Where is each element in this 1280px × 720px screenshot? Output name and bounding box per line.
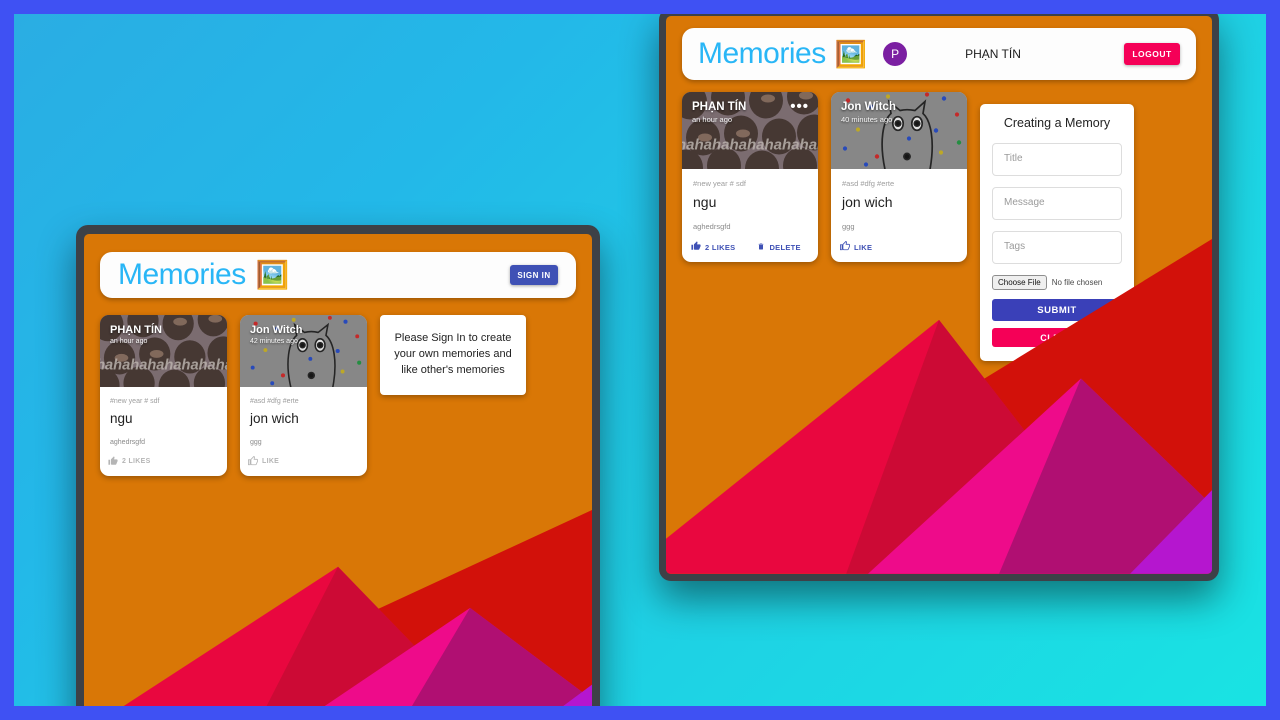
memory-tags: #asd #dfg #erte xyxy=(842,179,895,188)
memory-message: ggg xyxy=(250,439,262,446)
sign-in-button[interactable]: SIGN IN xyxy=(510,265,558,285)
thumbs-up-icon xyxy=(248,455,258,467)
memory-image-hahaha-meme: hahahahahahahahah PHẠN TÍN an hour ago •… xyxy=(682,92,818,169)
mountains-decoration-left xyxy=(84,509,592,706)
memory-message: ggg xyxy=(842,222,855,231)
memory-message: aghedrsgfd xyxy=(110,439,146,446)
memory-message: aghedrsgfd xyxy=(693,222,731,231)
memory-tags: #asd #dfg #erte xyxy=(250,398,299,405)
memory-card-header: Jon Witch 42 minutes ago xyxy=(240,315,367,354)
title-input[interactable]: Title xyxy=(992,143,1122,176)
sign-in-notice: Please Sign In to create your own memori… xyxy=(380,315,526,395)
memory-image-hahaha-meme: hahahahahahahahah PHẠN TÍN an hour ago xyxy=(100,315,227,387)
browser-window-signed-in: Memories 🖼️ P PHẠN TÍN LOGOUT hahahahaha… xyxy=(659,14,1219,581)
memory-tags: #new year # sdf xyxy=(110,398,160,405)
logout-button[interactable]: LOGOUT xyxy=(1124,43,1180,65)
memory-card[interactable]: Jon Witch 42 minutes ago #asd #dfg #erte… xyxy=(240,315,367,476)
like-button[interactable]: 2 LIKES xyxy=(108,456,151,467)
memory-title: ngu xyxy=(693,194,717,210)
memory-card-actions: LIKE xyxy=(240,446,367,476)
memory-timestamp: an hour ago xyxy=(110,338,148,345)
app-bar-right: Memories 🖼️ P PHẠN TÍN LOGOUT xyxy=(682,28,1196,80)
form-heading: Creating a Memory xyxy=(1003,116,1111,130)
memory-timestamp: an hour ago xyxy=(692,115,733,124)
avatar[interactable]: P xyxy=(883,42,908,66)
photo-icon: 🖼️ xyxy=(834,39,868,69)
memory-title: ngu xyxy=(110,411,133,426)
memory-list-left: hahahahahahahahah PHẠN TÍN an hour ago #… xyxy=(100,315,576,476)
like-label: 2 LIKES xyxy=(122,458,151,465)
memory-tags: #new year # sdf xyxy=(693,179,746,188)
memory-card[interactable]: hahahahahahahahah PHẠN TÍN an hour ago #… xyxy=(100,315,227,476)
memory-creator: PHẠN TÍN xyxy=(110,324,162,336)
more-options-button[interactable]: ••• xyxy=(790,99,809,114)
memory-card-header: PHẠN TÍN an hour ago xyxy=(100,315,227,354)
message-input[interactable]: Message xyxy=(992,187,1122,220)
mountains-decoration-right xyxy=(666,239,1212,574)
memory-image-cat-doodle: Jon Witch 40 minutes ago xyxy=(831,92,967,169)
user-name-label: PHẠN TÍN xyxy=(965,47,1021,61)
app-viewport-right: Memories 🖼️ P PHẠN TÍN LOGOUT hahahahaha… xyxy=(666,16,1212,574)
brand-title-right: Memories xyxy=(698,37,826,70)
memory-title: jon wich xyxy=(250,411,299,426)
memory-timestamp: 40 minutes ago xyxy=(841,115,893,124)
memory-card[interactable]: hahahahahahahahah PHẠN TÍN an hour ago •… xyxy=(682,92,818,262)
memory-card-header: Jon Witch 40 minutes ago xyxy=(831,92,967,133)
like-button[interactable]: LIKE xyxy=(248,455,280,467)
thumbs-up-icon xyxy=(108,456,118,467)
memory-creator: Jon Witch xyxy=(250,324,303,336)
memory-image-cat-doodle: Jon Witch 42 minutes ago xyxy=(240,315,367,387)
memory-title: jon wich xyxy=(842,194,893,210)
memory-creator: Jon Witch xyxy=(841,101,896,113)
like-label: LIKE xyxy=(262,458,280,465)
app-bar-left: Memories 🖼️ SIGN IN xyxy=(100,252,576,298)
memory-timestamp: 42 minutes ago xyxy=(250,338,298,345)
memory-card-actions: 2 LIKES xyxy=(100,446,227,476)
photo-icon: 🖼️ xyxy=(255,259,290,290)
desktop-stage: Memories 🖼️ SIGN IN hahahahahahahah PHẠN… xyxy=(14,14,1266,706)
memory-card[interactable]: Jon Witch 40 minutes ago #asd #dfg #erte… xyxy=(831,92,967,262)
browser-window-signed-out: Memories 🖼️ SIGN IN hahahahahahahah PHẠN… xyxy=(76,225,600,706)
brand-title-left: Memories xyxy=(118,258,246,291)
app-viewport-left: Memories 🖼️ SIGN IN hahahahahahahah PHẠN… xyxy=(84,234,592,706)
